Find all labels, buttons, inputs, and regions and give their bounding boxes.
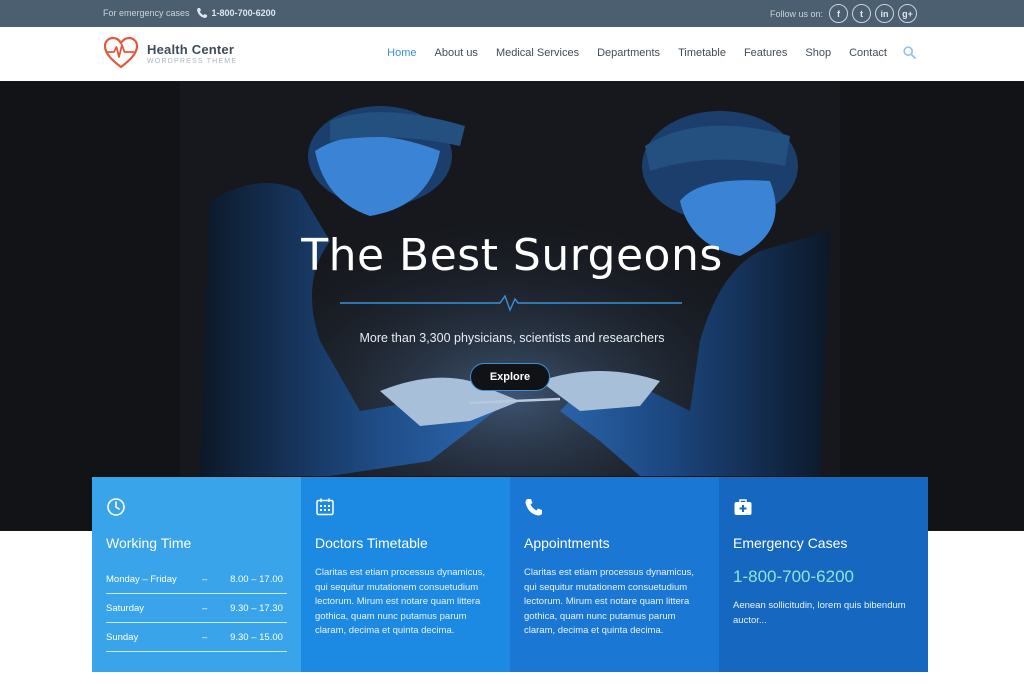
nav-contact[interactable]: Contact <box>849 47 887 59</box>
hours-row: Sunday – 9.30 – 15.00 <box>106 623 287 652</box>
brand-tagline: WORDPRESS THEME <box>147 57 238 65</box>
hours-separator: – <box>202 573 208 585</box>
hours-time: 9.30 – 15.00 <box>230 631 283 643</box>
nav-home[interactable]: Home <box>387 47 416 59</box>
facebook-icon[interactable]: f <box>829 4 848 23</box>
search-icon[interactable] <box>903 46 916 59</box>
logo[interactable]: Health Center WORDPRESS THEME <box>103 36 237 70</box>
hours-row: Monday – Friday – 8.00 – 17.00 <box>106 565 287 594</box>
nav-timetable[interactable]: Timetable <box>678 47 726 59</box>
emergency-info: For emergency cases 1-800-700-6200 <box>103 7 276 19</box>
emergency-label: For emergency cases <box>103 8 190 18</box>
heartbeat-divider <box>340 294 682 312</box>
working-time-box: Working Time Monday – Friday – 8.00 – 17… <box>92 477 301 672</box>
hours-day: Saturday <box>106 602 145 614</box>
hours-separator: – <box>202 602 208 614</box>
doctors-timetable-text: Claritas est etiam processus dynamicus, … <box>315 567 486 636</box>
heart-logo-icon <box>103 36 139 69</box>
explore-button[interactable]: Explore <box>470 363 550 391</box>
social-links: Follow us on: f t in g+ <box>770 4 917 23</box>
nav-medical-services[interactable]: Medical Services <box>496 47 579 59</box>
info-boxes: Working Time Monday – Friday – 8.00 – 17… <box>92 477 928 672</box>
nav-features[interactable]: Features <box>744 47 787 59</box>
calendar-icon <box>316 498 334 516</box>
nav-departments[interactable]: Departments <box>597 47 660 59</box>
hero-title: The Best Surgeons <box>301 230 723 281</box>
phone-icon <box>196 8 207 18</box>
site-header: Health Center WORDPRESS THEME Home About… <box>0 27 1024 81</box>
clock-icon <box>107 498 125 516</box>
hero-subtitle: More than 3,300 physicians, scientists a… <box>359 331 665 345</box>
brand-name: Health Center <box>147 41 235 57</box>
appointments-box[interactable]: Appointments Claritas est etiam processu… <box>510 477 719 672</box>
hero-banner: The Best Surgeons More than 3,300 physic… <box>0 81 1024 531</box>
hours-time: 8.00 – 17.00 <box>230 573 283 585</box>
emergency-cases-text: Aenean sollicitudin, lorem quis bibendum… <box>733 600 906 626</box>
emergency-cases-title: Emergency Cases <box>733 535 848 551</box>
top-bar: For emergency cases 1-800-700-6200 Follo… <box>0 0 1024 27</box>
hours-separator: – <box>202 631 208 643</box>
follow-label: Follow us on: <box>769 8 823 19</box>
appointments-text: Claritas est etiam processus dynamicus, … <box>524 567 695 636</box>
first-aid-kit-icon <box>734 499 752 515</box>
linkedin-icon[interactable]: in <box>875 4 894 23</box>
phone-icon <box>525 499 542 516</box>
emergency-phone[interactable]: 1-800-700-6200 <box>212 8 276 18</box>
hours-day: Sunday <box>106 631 139 643</box>
emergency-phone-number[interactable]: 1-800-700-6200 <box>733 567 914 587</box>
nav-shop[interactable]: Shop <box>805 47 831 59</box>
nav-about-us[interactable]: About us <box>435 47 478 59</box>
emergency-cases-box[interactable]: Emergency Cases 1-800-700-6200 Aenean so… <box>719 477 928 672</box>
main-nav: Home About us Medical Services Departmen… <box>387 47 887 59</box>
working-hours-table: Monday – Friday – 8.00 – 17.00 Saturday … <box>106 565 287 652</box>
doctors-timetable-title: Doctors Timetable <box>315 535 428 551</box>
hours-time: 9.30 – 17.30 <box>230 602 283 614</box>
twitter-icon[interactable]: t <box>852 4 871 23</box>
googleplus-icon[interactable]: g+ <box>898 4 917 23</box>
working-time-title: Working Time <box>106 535 192 551</box>
hours-row: Saturday – 9.30 – 17.30 <box>106 594 287 623</box>
doctors-timetable-box[interactable]: Doctors Timetable Claritas est etiam pro… <box>301 477 510 672</box>
hours-day: Monday – Friday <box>106 573 177 585</box>
appointments-title: Appointments <box>524 535 610 551</box>
